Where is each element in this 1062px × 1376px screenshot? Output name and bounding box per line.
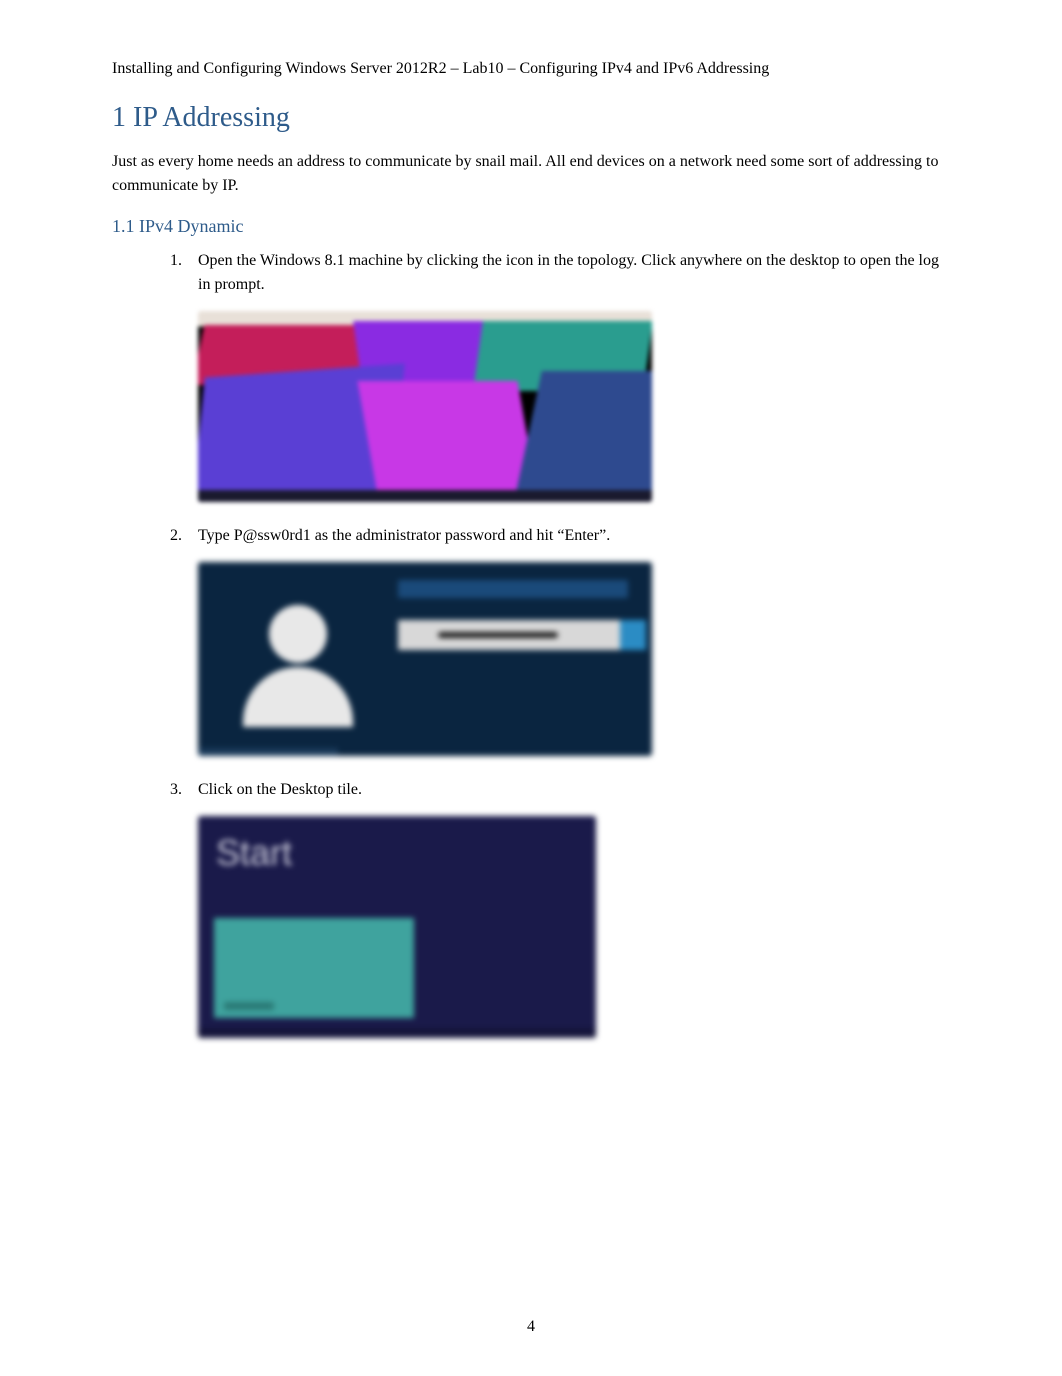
password-input[interactable] [398, 620, 628, 650]
step-text: Open the Windows 8.1 machine by clicking… [198, 249, 950, 297]
start-screen-screenshot: Start [198, 816, 596, 1038]
screenshot-container [170, 562, 950, 756]
start-label: Start [216, 832, 292, 874]
section-heading-ip-addressing: 1 IP Addressing [112, 102, 950, 134]
step-number: 2. [170, 524, 198, 548]
desktop-tile[interactable] [214, 918, 414, 1018]
decorative-strip [198, 1028, 596, 1038]
avatar-body-icon [243, 667, 353, 727]
login-screenshot [198, 562, 652, 756]
step-number: 1. [170, 249, 198, 297]
desktop-wallpaper-screenshot [198, 311, 652, 502]
list-item: 2. Type P@ssw0rd1 as the administrator p… [170, 524, 950, 548]
subsection-heading-ipv4-dynamic: 1.1 IPv4 Dynamic [112, 216, 950, 237]
screenshot-container [170, 311, 950, 502]
screenshot-container: Start [170, 816, 950, 1038]
decorative-shape [357, 381, 538, 501]
avatar [228, 582, 368, 742]
avatar-head-icon [269, 605, 327, 663]
step-text: Click on the Desktop tile. [198, 778, 950, 802]
list-item: 3. Click on the Desktop tile. [170, 778, 950, 802]
submit-arrow-icon[interactable] [620, 620, 646, 650]
step-text: Type P@ssw0rd1 as the administrator pass… [198, 524, 950, 548]
list-item: 1. Open the Windows 8.1 machine by click… [170, 249, 950, 297]
page-number: 4 [527, 1318, 535, 1336]
password-mask-icon [438, 632, 558, 638]
decorative-strip [198, 748, 338, 756]
ordered-steps-list: 1. Open the Windows 8.1 machine by click… [112, 249, 950, 1038]
tile-label [224, 1002, 274, 1010]
account-label [398, 580, 628, 598]
taskbar-strip [198, 490, 652, 502]
intro-paragraph: Just as every home needs an address to c… [112, 150, 950, 198]
page-header: Installing and Configuring Windows Serve… [112, 60, 950, 78]
step-number: 3. [170, 778, 198, 802]
